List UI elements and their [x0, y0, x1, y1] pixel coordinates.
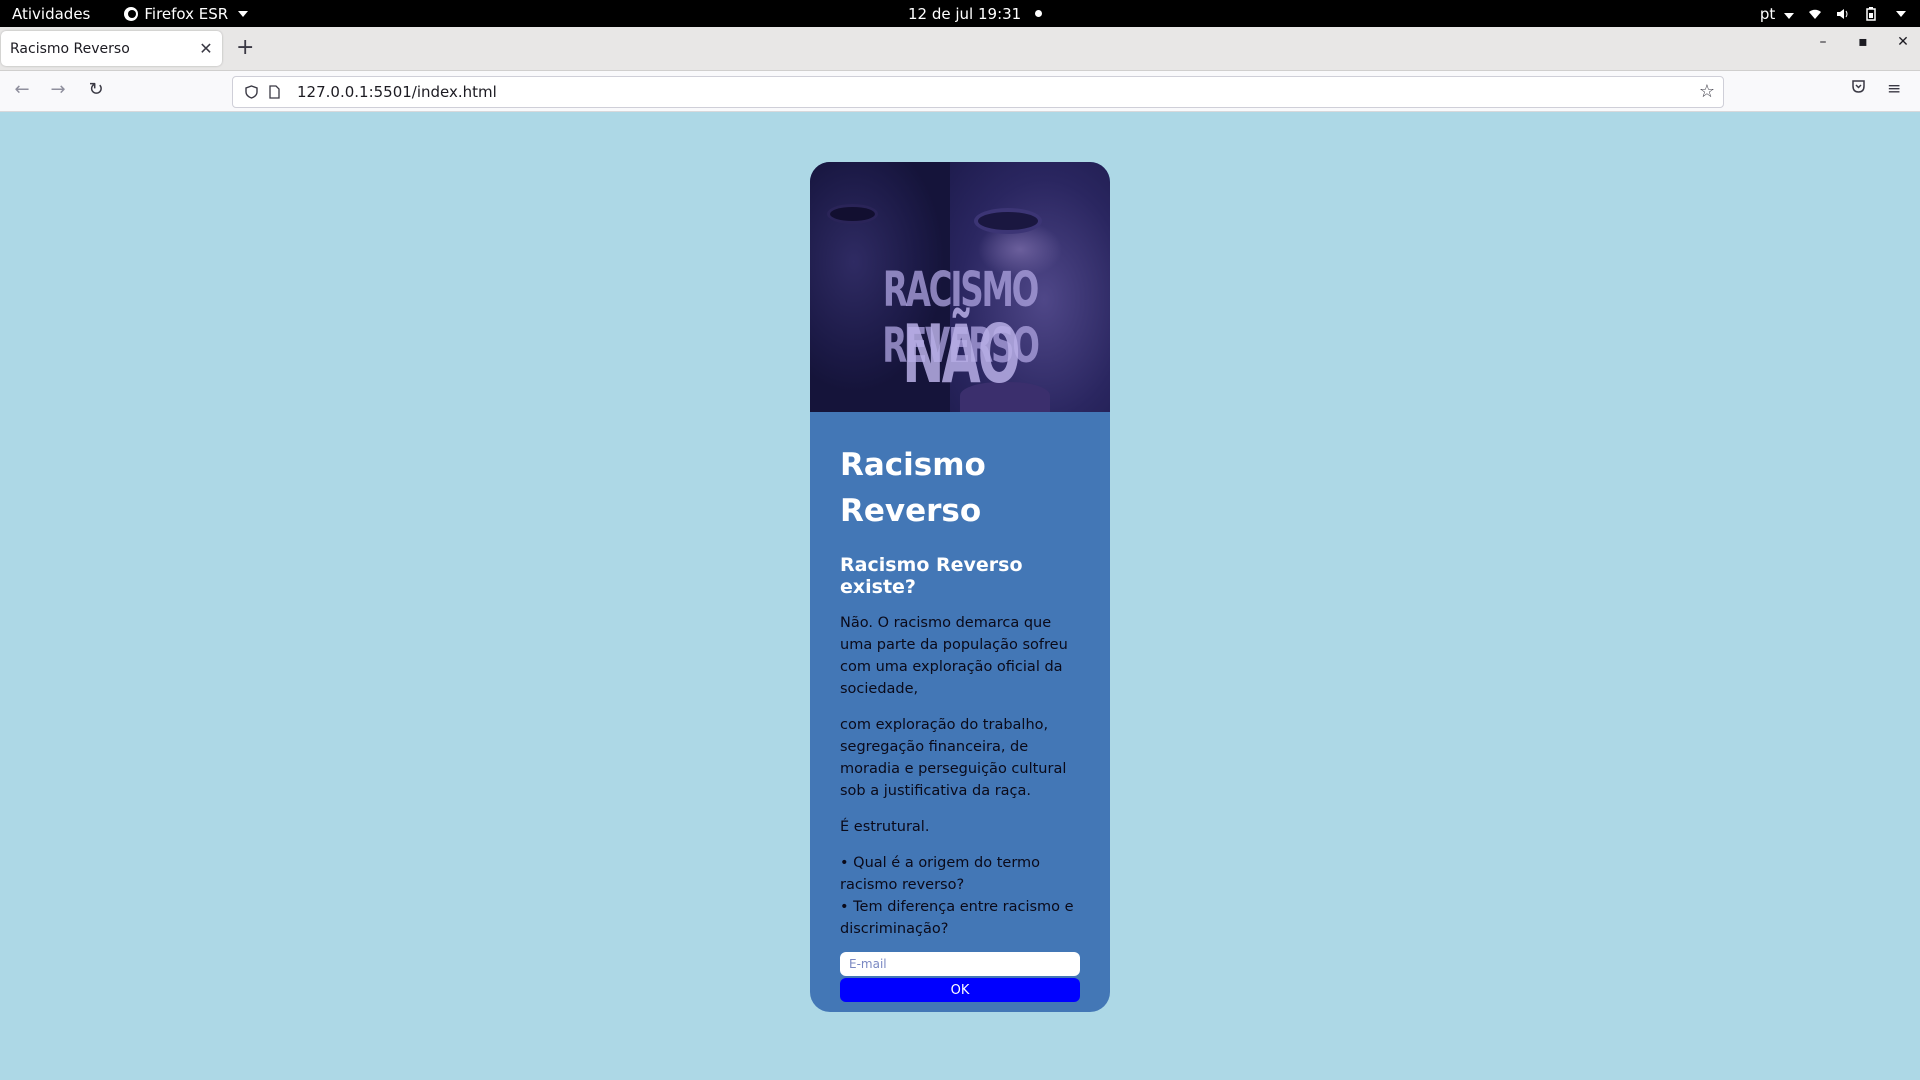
caret-down-icon: [1784, 12, 1794, 19]
url-bar[interactable]: 127.0.0.1:5501/index.html ☆: [232, 76, 1724, 108]
url-text: 127.0.0.1:5501/index.html: [297, 83, 497, 101]
close-window-icon[interactable]: ✕: [1896, 34, 1910, 50]
navigation-bar: ← → ↻ 127.0.0.1:5501/index.html ☆ ≡: [0, 71, 1920, 112]
hero-eye-right: [978, 212, 1038, 230]
bullet-item: • Qual é a origem do termo racismo rever…: [840, 855, 1041, 893]
language-label: pt: [1759, 4, 1776, 23]
page-title: Racismo Reverso: [840, 447, 986, 529]
ok-button[interactable]: OK: [840, 978, 1080, 1002]
bullet-item: • Tem diferença entre racismo e discrimi…: [840, 899, 1074, 937]
battery-icon[interactable]: [1864, 6, 1878, 21]
activities-button[interactable]: Atividades: [12, 5, 90, 23]
app-menu-label: Firefox ESR: [144, 4, 229, 23]
app-menu[interactable]: Firefox ESR: [124, 4, 249, 23]
hero-eye-left: [830, 207, 875, 221]
paragraph: com exploração do trabalho, segregação f…: [840, 717, 1067, 799]
tab-strip: Racismo Reverso ✕ + – ▪ ✕: [0, 27, 1920, 71]
card-content: Racismo Reverso Racismo Reverso existe? …: [810, 412, 1110, 1002]
back-arrow-icon[interactable]: ←: [10, 79, 34, 100]
minimize-icon[interactable]: –: [1816, 34, 1830, 50]
shield-icon[interactable]: [245, 85, 259, 99]
volume-icon[interactable]: [1836, 8, 1850, 20]
paragraph: Não. O racismo demarca que uma parte da …: [840, 615, 1068, 697]
caret-down-icon: [238, 10, 249, 17]
new-tab-button[interactable]: +: [236, 36, 254, 60]
tab-racismo-reverso[interactable]: Racismo Reverso ✕: [1, 31, 222, 66]
language-selector[interactable]: pt: [1760, 5, 1794, 23]
maximize-icon[interactable]: ▪: [1856, 34, 1870, 50]
forward-arrow-icon[interactable]: →: [46, 79, 70, 100]
close-tab-icon[interactable]: ✕: [196, 39, 216, 58]
tab-title: Racismo Reverso: [10, 40, 130, 57]
wifi-icon[interactable]: [1808, 8, 1822, 20]
hamburger-menu-icon[interactable]: ≡: [1887, 79, 1901, 99]
paragraph: É estrutural.: [840, 819, 930, 835]
page-icon: [269, 85, 283, 99]
reload-icon[interactable]: ↻: [84, 79, 108, 100]
email-input[interactable]: [840, 952, 1080, 976]
bullet-list: • Qual é a origem do termo racismo rever…: [840, 852, 1080, 940]
pocket-icon[interactable]: [1851, 79, 1866, 99]
system-menu-caret-icon[interactable]: [1896, 10, 1906, 17]
hero-image: RACISMO REVERSO NÃO EXISTE: [810, 162, 1110, 412]
page-viewport: RACISMO REVERSO NÃO EXISTE Racismo Rever…: [0, 112, 1920, 1080]
notification-dot-icon: [1035, 10, 1043, 17]
page-subtitle: Racismo Reverso existe?: [840, 554, 1023, 598]
system-top-bar: Atividades Firefox ESR 12 de jul 19:31 p…: [0, 0, 1920, 27]
content-card: RACISMO REVERSO NÃO EXISTE Racismo Rever…: [810, 162, 1110, 1012]
hero-headline-line2: NÃO EXISTE: [870, 307, 1053, 412]
clock[interactable]: 12 de jul 19:31: [908, 0, 1043, 27]
bookmark-star-icon[interactable]: ☆: [1699, 81, 1715, 102]
firefox-icon: [124, 6, 139, 21]
clock-label: 12 de jul 19:31: [908, 4, 1022, 23]
